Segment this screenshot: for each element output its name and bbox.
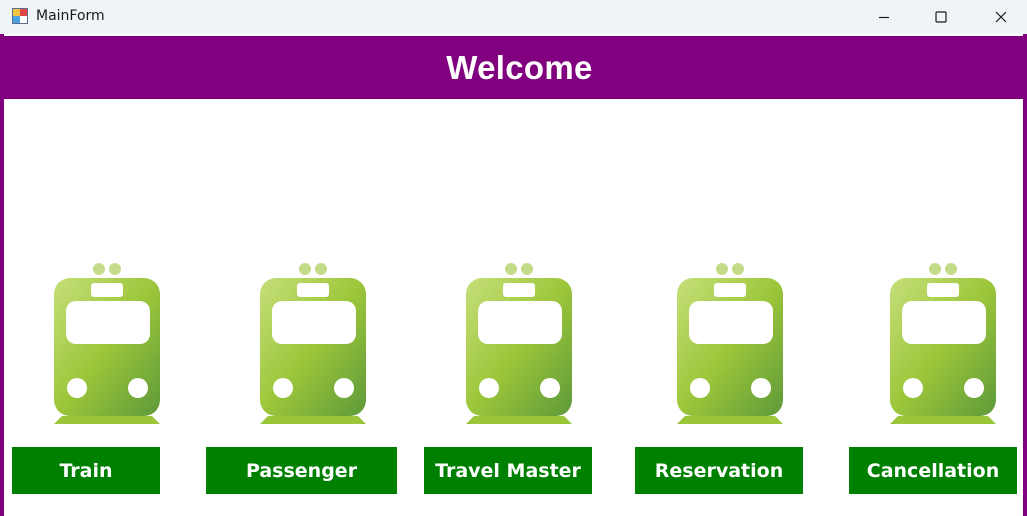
window-title: MainForm (36, 8, 105, 24)
train-icon[interactable] (258, 258, 366, 424)
maximize-button[interactable] (918, 0, 964, 34)
train-icon[interactable] (464, 258, 572, 424)
close-button[interactable] (978, 0, 1024, 34)
cancellation-button[interactable]: Cancellation (849, 447, 1017, 494)
passenger-button[interactable]: Passenger (206, 447, 397, 494)
reservation-button[interactable]: Reservation (635, 447, 803, 494)
train-button[interactable]: Train (12, 447, 160, 494)
minimize-icon (879, 16, 889, 19)
app-icon (12, 8, 28, 24)
title-bar[interactable]: MainForm (0, 0, 1027, 35)
minimize-button[interactable] (861, 0, 907, 34)
train-icon[interactable] (52, 258, 160, 424)
train-icon[interactable] (888, 258, 996, 424)
main-window: MainForm Welcome Train Passenger Travel … (0, 0, 1027, 516)
close-icon (995, 11, 1007, 23)
welcome-banner: Welcome (4, 36, 1023, 99)
maximize-icon (935, 11, 947, 23)
travel-master-button[interactable]: Travel Master (424, 447, 592, 494)
welcome-title: Welcome (446, 48, 593, 86)
train-icon[interactable] (675, 258, 783, 424)
